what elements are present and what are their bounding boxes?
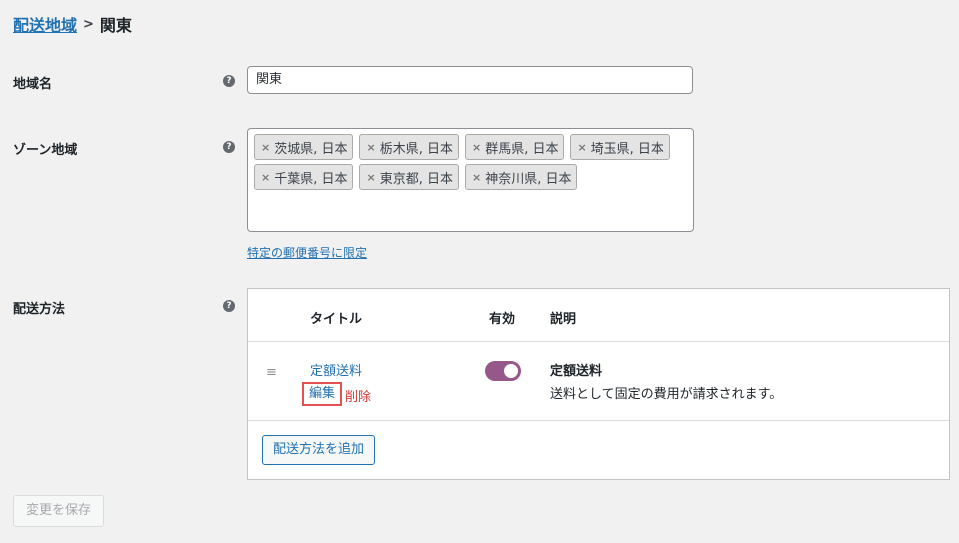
remove-icon[interactable]: ×: [261, 171, 270, 184]
help-icon[interactable]: ?: [223, 141, 235, 153]
region-chip: × 東京都, 日本: [359, 164, 459, 190]
breadcrumb-separator: >: [83, 16, 94, 32]
region-chip-label: 神奈川県, 日本: [485, 171, 572, 187]
edit-method-link[interactable]: 編集: [302, 382, 343, 406]
zone-name-input[interactable]: 関東: [247, 66, 693, 94]
method-enabled-toggle[interactable]: [485, 361, 521, 381]
column-header-enabled: 有効: [489, 312, 516, 327]
zone-name-label: 地域名: [13, 77, 53, 92]
region-chip: × 群馬県, 日本: [464, 134, 565, 160]
toggle-knob: [504, 364, 518, 378]
column-header-description: 説明: [550, 312, 577, 327]
help-icon[interactable]: ?: [223, 300, 235, 312]
limit-postcodes-link[interactable]: 特定の郵便番号に限定: [247, 244, 367, 261]
zone-regions-label: ゾーン地域: [13, 143, 78, 158]
method-description-title: 定額送料: [550, 364, 603, 379]
region-chip-label: 埼玉県, 日本: [590, 141, 664, 157]
shipping-methods-table: タイトル 有効 説明 ≡ 定額送料 編集 削除 定額送料 送料として固定の費用が…: [247, 288, 950, 480]
save-changes-button[interactable]: 変更を保存: [13, 495, 105, 527]
method-description-text: 送料として固定の費用が請求されます。: [550, 387, 783, 402]
footer-divider: [248, 420, 949, 421]
region-chip: × 栃木県, 日本: [359, 134, 459, 160]
remove-icon[interactable]: ×: [577, 141, 586, 154]
help-icon[interactable]: ?: [223, 75, 235, 87]
region-chip-label: 茨城県, 日本: [274, 141, 348, 157]
add-shipping-method-button[interactable]: 配送方法を追加: [262, 435, 376, 465]
region-chip: × 千葉県, 日本: [254, 164, 354, 190]
region-chip: × 茨城県, 日本: [254, 134, 354, 160]
region-chip: × 神奈川県, 日本: [464, 164, 578, 190]
delete-method-link[interactable]: 削除: [345, 386, 371, 405]
shipping-zone-edit-page: 配送地域 > 関東 地域名 ? 関東 ゾーン地域 ? × 茨城県, 日本 × 栃木県…: [0, 0, 959, 543]
breadcrumb: 配送地域 > 関東: [13, 12, 132, 36]
remove-icon[interactable]: ×: [472, 171, 481, 184]
shipping-methods-label: 配送方法: [13, 302, 66, 317]
drag-handle-icon[interactable]: ≡: [266, 365, 277, 380]
method-title-link[interactable]: 定額送料: [310, 360, 362, 379]
header-divider: [248, 341, 949, 342]
region-chip-label: 東京都, 日本: [379, 171, 453, 187]
zone-regions-select[interactable]: × 茨城県, 日本 × 栃木県, 日本 × 群馬県, 日本 × 埼玉県, 日本 × 千葉県…: [247, 128, 694, 232]
breadcrumb-current: 関東: [99, 16, 132, 35]
region-chip: × 埼玉県, 日本: [570, 134, 670, 160]
breadcrumb-parent-link[interactable]: 配送地域: [13, 12, 77, 36]
column-header-title: タイトル: [310, 312, 363, 327]
remove-icon[interactable]: ×: [472, 141, 481, 154]
remove-icon[interactable]: ×: [366, 171, 375, 184]
remove-icon[interactable]: ×: [261, 141, 270, 154]
remove-icon[interactable]: ×: [366, 141, 375, 154]
region-chip-label: 群馬県, 日本: [485, 141, 559, 157]
region-chip-label: 千葉県, 日本: [274, 171, 348, 187]
region-chip-label: 栃木県, 日本: [379, 141, 453, 157]
